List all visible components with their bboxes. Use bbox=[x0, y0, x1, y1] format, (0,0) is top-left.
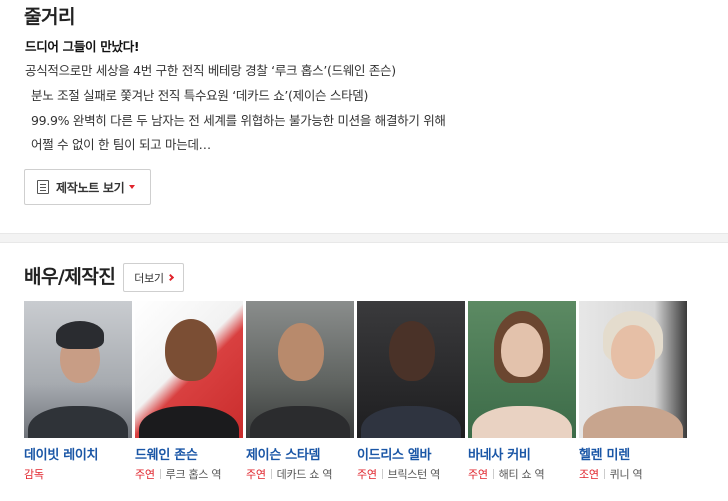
cast-role: 주연 해티 쇼 역 bbox=[468, 466, 579, 483]
cast-photo[interactable] bbox=[468, 301, 576, 438]
cast-photo[interactable] bbox=[135, 301, 243, 438]
cast-photo[interactable] bbox=[579, 301, 687, 438]
role-type: 주연 bbox=[135, 468, 155, 481]
cast-name[interactable]: 제이슨 스타뎀 bbox=[246, 444, 320, 463]
cast-name[interactable]: 데이빗 레이치 bbox=[24, 444, 98, 463]
role-name: 루크 홉스 역 bbox=[165, 468, 222, 481]
cast-card[interactable]: 제이슨 스타뎀 주연 데카드 쇼 역 bbox=[246, 301, 357, 481]
section-divider bbox=[0, 233, 728, 243]
chevron-right-icon bbox=[166, 273, 174, 282]
cast-card[interactable]: 헬렌 미렌 조연 퀴니 역 bbox=[579, 301, 690, 481]
cast-card[interactable]: 이드리스 엘바 주연 브릭스턴 역 bbox=[357, 301, 468, 481]
more-label: 더보기 bbox=[134, 271, 164, 285]
synopsis-title: 줄거리 bbox=[24, 6, 75, 28]
cast-role: 조연 퀴니 역 bbox=[579, 466, 690, 483]
role-type: 조연 bbox=[579, 468, 599, 481]
production-note-button[interactable]: 제작노트 보기 bbox=[24, 169, 151, 205]
caret-down-icon bbox=[129, 185, 136, 189]
synopsis-line: 분노 조절 실패로 쫓겨난 전직 특수요원 ‘데카드 쇼’(제이슨 스타뎀) bbox=[31, 88, 369, 103]
role-type: 주연 bbox=[468, 468, 488, 481]
cast-card[interactable]: 드웨인 존슨 주연 루크 홉스 역 bbox=[135, 301, 246, 481]
production-note-label: 제작노트 보기 bbox=[56, 180, 125, 195]
synopsis-line: 공식적으로만 세상을 4번 구한 전직 베테랑 경찰 ‘루크 홉스’(드웨인 존… bbox=[25, 63, 396, 78]
cast-name[interactable]: 바네사 커비 bbox=[468, 444, 531, 463]
cast-title: 배우/제작진 bbox=[24, 266, 116, 288]
synopsis-section: 줄거리 드디어 그들이 만났다! 공식적으로만 세상을 4번 구한 전직 베테랑… bbox=[0, 0, 728, 233]
role-type: 주연 bbox=[246, 468, 266, 481]
cast-role: 주연 루크 홉스 역 bbox=[135, 466, 246, 483]
more-button[interactable]: 더보기 bbox=[123, 263, 184, 292]
cast-photo[interactable] bbox=[357, 301, 465, 438]
cast-name[interactable]: 헬렌 미렌 bbox=[579, 444, 630, 463]
role-type: 감독 bbox=[24, 468, 44, 481]
document-icon bbox=[37, 180, 49, 194]
cast-photo[interactable] bbox=[24, 301, 132, 438]
role-name: 퀴니 역 bbox=[609, 468, 643, 481]
cast-name[interactable]: 이드리스 엘바 bbox=[357, 444, 431, 463]
role-name: 데카드 쇼 역 bbox=[276, 468, 333, 481]
role-type: 주연 bbox=[357, 468, 377, 481]
cast-card[interactable]: 데이빗 레이치 감독 bbox=[24, 301, 135, 481]
cast-card[interactable]: 바네사 커비 주연 해티 쇼 역 bbox=[468, 301, 579, 481]
role-name: 브릭스턴 역 bbox=[387, 468, 441, 481]
synopsis-line: 99.9% 완벽히 다른 두 남자는 전 세계를 위협하는 불가능한 미션을 해… bbox=[31, 113, 446, 128]
cast-photo[interactable] bbox=[246, 301, 354, 438]
cast-role: 주연 데카드 쇼 역 bbox=[246, 466, 357, 483]
role-name: 해티 쇼 역 bbox=[498, 468, 545, 481]
cast-role: 주연 브릭스턴 역 bbox=[357, 466, 468, 483]
synopsis-line: 어쩔 수 없이 한 팀이 되고 마는데… bbox=[31, 137, 211, 152]
cast-role: 감독 bbox=[24, 466, 135, 483]
synopsis-tagline: 드디어 그들이 만났다! bbox=[25, 39, 140, 54]
cast-name[interactable]: 드웨인 존슨 bbox=[135, 444, 198, 463]
